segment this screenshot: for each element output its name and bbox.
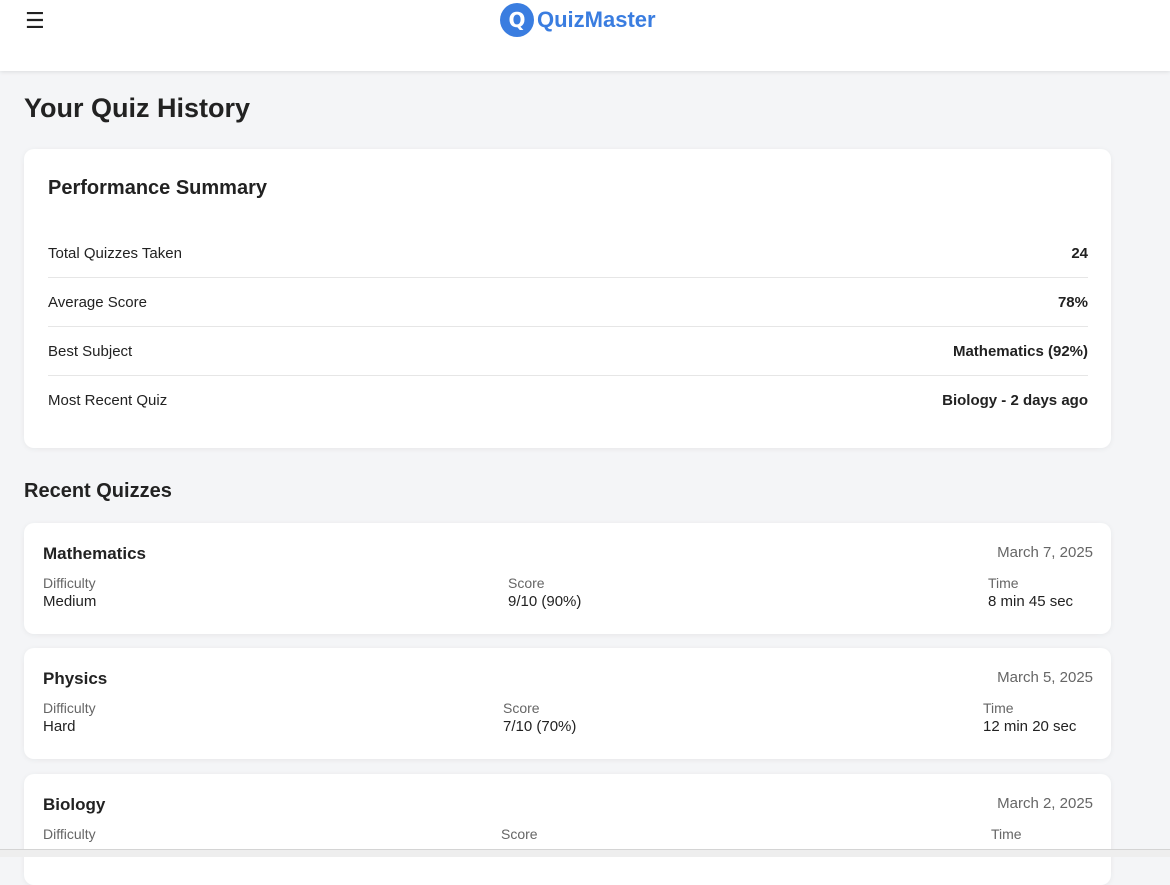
- summary-row-average-score: Average Score 78%: [48, 278, 1088, 327]
- summary-row-most-recent: Most Recent Quiz Biology - 2 days ago: [48, 376, 1088, 425]
- summary-value: 78%: [1057, 293, 1088, 311]
- quiz-difficulty: Difficulty: [43, 826, 96, 843]
- quiz-time: Time 12 min 20 sec: [983, 700, 1076, 737]
- quiz-difficulty: Difficulty Medium: [43, 575, 96, 612]
- quiz-date: March 7, 2025: [997, 544, 1093, 561]
- window-bottom-edge: [0, 849, 1170, 857]
- performance-summary-card: Performance Summary Total Quizzes Taken …: [24, 149, 1111, 448]
- summary-title: Performance Summary: [48, 177, 267, 199]
- quiz-date: March 5, 2025: [997, 669, 1093, 686]
- page-title: Your Quiz History: [24, 93, 251, 123]
- summary-value: 24: [1071, 244, 1088, 262]
- summary-row-total-quizzes: Total Quizzes Taken 24: [48, 229, 1088, 278]
- brand[interactable]: Q QuizMaster: [500, 3, 656, 37]
- time-label: Time: [983, 700, 1014, 716]
- time-label: Time: [988, 575, 1019, 591]
- quiz-subject: Biology: [43, 795, 106, 814]
- summary-label: Total Quizzes Taken: [48, 244, 182, 262]
- difficulty-label: Difficulty: [43, 826, 96, 842]
- quiz-card-mathematics[interactable]: Mathematics March 7, 2025 Difficulty Med…: [24, 523, 1111, 634]
- quiz-score: Score: [501, 826, 538, 843]
- quiz-card-physics[interactable]: Physics March 5, 2025 Difficulty Hard Sc…: [24, 648, 1111, 759]
- summary-row-best-subject: Best Subject Mathematics (92%): [48, 327, 1088, 376]
- time-value: 8 min 45 sec: [988, 593, 1074, 610]
- time-label: Time: [991, 826, 1022, 842]
- quiz-time: Time: [991, 826, 1022, 843]
- recent-quizzes-title: Recent Quizzes: [24, 480, 172, 502]
- score-value: 7/10 (70%): [503, 718, 577, 735]
- summary-label: Most Recent Quiz: [48, 392, 168, 409]
- difficulty-label: Difficulty: [43, 700, 96, 716]
- difficulty-value: Hard: [43, 718, 76, 735]
- summary-label: Best Subject: [48, 342, 133, 360]
- time-value: 12 min 20 sec: [983, 718, 1077, 735]
- quiz-difficulty: Difficulty Hard: [43, 700, 96, 737]
- quiz-subject: Physics: [43, 669, 108, 688]
- quizmaster-logo-icon: Q: [500, 3, 534, 37]
- difficulty-label: Difficulty: [43, 575, 96, 591]
- score-label: Score: [501, 826, 538, 842]
- score-label: Score: [503, 700, 540, 716]
- summary-label: Average Score: [48, 293, 147, 311]
- quiz-subject: Mathematics: [43, 544, 146, 563]
- quiz-card-biology[interactable]: Biology March 2, 2025 Difficulty Score T…: [24, 774, 1111, 885]
- score-value: 9/10 (90%): [508, 593, 582, 610]
- summary-value: Biology - 2 days ago: [942, 392, 1088, 409]
- summary-value: Mathematics (92%): [952, 342, 1088, 360]
- brand-name: QuizMaster: [537, 7, 656, 32]
- quiz-score: Score 9/10 (90%): [508, 575, 581, 612]
- top-bar: ☰ Q QuizMaster: [0, 0, 1170, 71]
- difficulty-value: Medium: [43, 593, 97, 610]
- quiz-time: Time 8 min 45 sec: [988, 575, 1073, 612]
- hamburger-icon[interactable]: ☰: [25, 11, 45, 33]
- quiz-score: Score 7/10 (70%): [503, 700, 576, 737]
- quiz-date: March 2, 2025: [997, 795, 1093, 812]
- score-label: Score: [508, 575, 545, 591]
